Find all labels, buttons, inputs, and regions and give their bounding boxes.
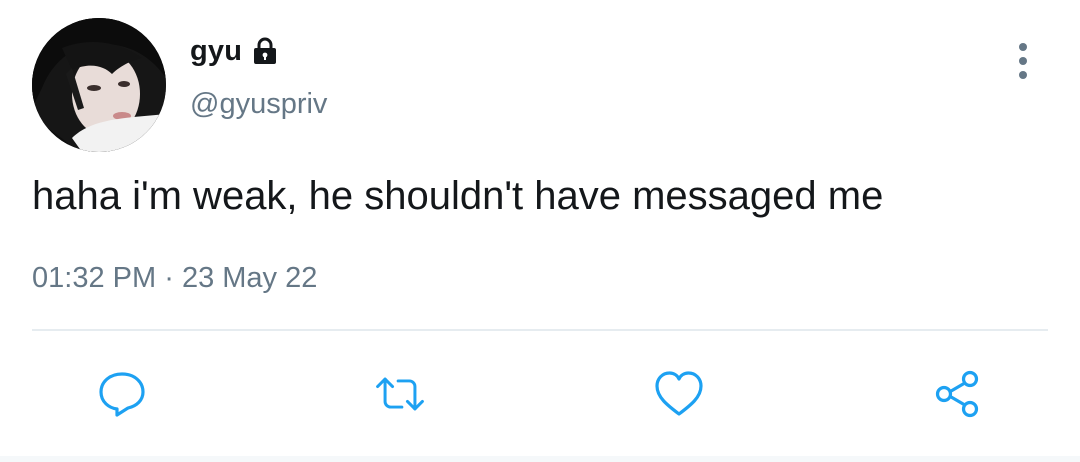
avatar[interactable]: [32, 18, 166, 152]
retweet-button[interactable]: [372, 368, 428, 420]
meta-separator: ·: [164, 262, 174, 294]
tweet-card: gyu @gyuspriv haha i'm weak, he shouldn'…: [0, 0, 1080, 462]
reply-button[interactable]: [94, 368, 150, 420]
share-button[interactable]: [930, 368, 986, 420]
share-icon: [935, 370, 979, 418]
bottom-border: [0, 456, 1080, 462]
like-button[interactable]: [651, 368, 707, 420]
retweet-icon: [376, 377, 424, 411]
author-name-row[interactable]: gyu: [190, 33, 280, 69]
lock-icon: [250, 36, 280, 66]
avatar-photo: [32, 18, 166, 152]
tweet-date: 23 May 22: [181, 262, 318, 294]
more-vertical-icon[interactable]: [1006, 38, 1040, 86]
reply-icon: [99, 372, 145, 417]
tweet-time: 01:32 PM: [32, 262, 157, 294]
author-handle[interactable]: @gyuspriv: [190, 88, 327, 121]
display-name[interactable]: gyu: [190, 35, 242, 68]
tweet-text: haha i'm weak, he shouldn't have message…: [32, 174, 884, 218]
tweet-timestamp[interactable]: 01:32 PM · 23 May 22: [32, 262, 317, 295]
heart-icon: [655, 371, 703, 416]
divider: [32, 329, 1048, 331]
